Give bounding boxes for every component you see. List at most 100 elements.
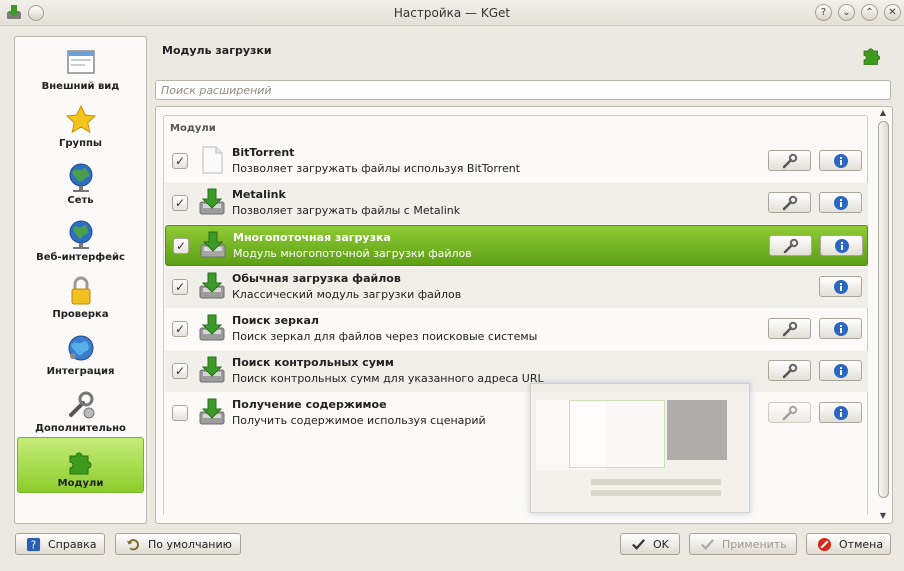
module-row-bittorrent[interactable]: ✓ BitTorrent Позволяет загружать файлы и… bbox=[165, 141, 868, 182]
module-description: Поиск зеркал для файлов через поисковые … bbox=[232, 330, 538, 343]
sidebar-item-integration[interactable]: Интеграция bbox=[17, 326, 144, 382]
module-name: BitTorrent bbox=[232, 146, 295, 159]
module-row-plain-download[interactable]: ✓ Обычная загрузка файлов Классический м… bbox=[165, 267, 868, 308]
configure-button[interactable] bbox=[769, 235, 812, 256]
help-button[interactable]: ? Справка bbox=[15, 533, 105, 555]
group-title: Модули bbox=[170, 123, 216, 134]
sidebar-item-label: Проверка bbox=[52, 309, 109, 320]
module-checkbox[interactable]: ✓ bbox=[172, 195, 188, 211]
appearance-icon bbox=[67, 50, 95, 74]
plugin-icon bbox=[863, 48, 881, 65]
configure-button[interactable] bbox=[768, 150, 811, 171]
undo-icon bbox=[126, 539, 139, 551]
help-book-icon: ? bbox=[26, 537, 41, 551]
info-icon bbox=[834, 364, 848, 378]
configure-button[interactable] bbox=[768, 192, 811, 213]
module-checkbox[interactable]: ✓ bbox=[172, 153, 188, 169]
modules-group: Модули ✓ BitTorrent Позволяет загружать … bbox=[163, 115, 868, 515]
page-title: Модуль загрузки bbox=[162, 44, 272, 57]
sidebar: Внешний вид Группы Сеть Веб-интерфейс Пр… bbox=[14, 36, 147, 524]
window-title: Настройка — KGet bbox=[393, 6, 511, 20]
module-name: Обычная загрузка файлов bbox=[232, 272, 401, 285]
sidebar-item-label: Интеграция bbox=[46, 366, 115, 377]
title-bar: Настройка — KGet ? ⌄ ⌃ ✕ bbox=[0, 0, 904, 26]
module-name: Поиск зеркал bbox=[232, 314, 319, 327]
info-icon bbox=[834, 154, 848, 168]
help-button-label: Справка bbox=[48, 538, 97, 551]
sidebar-item-modules[interactable]: Модули bbox=[17, 437, 144, 493]
module-description: Получить содержимое используя сценарий bbox=[232, 414, 486, 427]
module-name: Многопоточная загрузка bbox=[233, 231, 391, 244]
sidebar-item-network[interactable]: Сеть bbox=[17, 155, 144, 211]
download-icon bbox=[199, 356, 225, 383]
scroll-down-arrow[interactable]: ▼ bbox=[877, 510, 889, 522]
module-description: Позволяет загружать файлы используя BitT… bbox=[232, 162, 521, 175]
configure-button[interactable] bbox=[768, 360, 811, 381]
configure-button[interactable] bbox=[768, 318, 811, 339]
thumbnail-part bbox=[667, 400, 727, 460]
search-input[interactable] bbox=[155, 80, 891, 100]
close-icon[interactable]: ✕ bbox=[884, 4, 901, 21]
info-button[interactable] bbox=[819, 276, 862, 297]
sidebar-item-advanced[interactable]: Дополнительно bbox=[17, 383, 144, 439]
module-row-checksum-search[interactable]: ✓ Поиск контрольных сумм Поиск контрольн… bbox=[165, 351, 868, 392]
wrench-icon bbox=[782, 405, 798, 421]
sidebar-item-web-interface[interactable]: Веб-интерфейс bbox=[17, 212, 144, 268]
wrench-icon bbox=[782, 363, 798, 379]
minimize-icon[interactable]: ⌄ bbox=[838, 4, 855, 21]
module-checkbox[interactable] bbox=[172, 405, 188, 421]
module-description: Классический модуль загрузки файлов bbox=[232, 288, 462, 301]
download-icon bbox=[199, 272, 225, 299]
module-row-metalink[interactable]: ✓ Metalink Позволяет загружать файлы с M… bbox=[165, 183, 868, 224]
tools-icon bbox=[69, 391, 95, 419]
cancel-button-label: Отмена bbox=[839, 538, 884, 551]
ok-button[interactable]: OK bbox=[620, 533, 680, 555]
module-checkbox[interactable]: ✓ bbox=[172, 363, 188, 379]
module-checkbox[interactable]: ✓ bbox=[172, 321, 188, 337]
thumbnail-part bbox=[591, 479, 721, 485]
window-thumbnail-overlay bbox=[530, 383, 750, 513]
info-button[interactable] bbox=[819, 192, 862, 213]
module-row-content-fetch[interactable]: Получение содержимое Получить содержимое… bbox=[165, 393, 868, 434]
sidebar-item-label: Сеть bbox=[67, 195, 94, 206]
sidebar-item-verification[interactable]: Проверка bbox=[17, 269, 144, 325]
module-description: Поиск контрольных сумм для указанного ад… bbox=[232, 372, 544, 385]
info-button[interactable] bbox=[819, 150, 862, 171]
wrench-icon bbox=[782, 321, 798, 337]
sidebar-item-groups[interactable]: Группы bbox=[17, 98, 144, 154]
module-checkbox[interactable]: ✓ bbox=[173, 238, 189, 254]
cancel-button[interactable]: Отмена bbox=[806, 533, 891, 555]
module-checkbox[interactable]: ✓ bbox=[172, 279, 188, 295]
info-button[interactable] bbox=[819, 360, 862, 381]
cancel-icon bbox=[817, 537, 832, 552]
sidebar-item-appearance[interactable]: Внешний вид bbox=[17, 41, 144, 97]
module-name: Получение содержимое bbox=[232, 398, 387, 411]
sidebar-item-label: Внешний вид bbox=[41, 81, 120, 92]
thumbnail-part bbox=[569, 400, 665, 468]
info-button[interactable] bbox=[819, 402, 862, 423]
module-description: Модуль многопоточной загрузки файлов bbox=[233, 247, 472, 260]
maximize-icon[interactable]: ⌃ bbox=[861, 4, 878, 21]
defaults-button-label: По умолчанию bbox=[148, 538, 232, 551]
module-name: Поиск контрольных сумм bbox=[232, 356, 394, 369]
star-icon bbox=[65, 104, 97, 134]
configure-button[interactable] bbox=[768, 402, 811, 423]
defaults-button[interactable]: По умолчанию bbox=[115, 533, 241, 555]
download-icon bbox=[199, 398, 225, 425]
apply-button-label: Применить bbox=[722, 538, 787, 551]
module-name: Metalink bbox=[232, 188, 286, 201]
apply-button[interactable]: Применить bbox=[689, 533, 797, 555]
module-row-mirror-search[interactable]: ✓ Поиск зеркал Поиск зеркал для файлов ч… bbox=[165, 309, 868, 350]
wrench-icon bbox=[782, 153, 798, 169]
integration-globe-icon bbox=[68, 335, 94, 361]
download-icon bbox=[200, 231, 226, 258]
info-button[interactable] bbox=[819, 318, 862, 339]
info-icon bbox=[834, 322, 848, 336]
vertical-scrollbar[interactable] bbox=[878, 121, 889, 498]
sidebar-item-label: Группы bbox=[59, 138, 102, 149]
module-row-multisegment[interactable]: ✓ Многопоточная загрузка Модуль многопот… bbox=[165, 225, 868, 266]
help-icon[interactable]: ? bbox=[815, 4, 832, 21]
document-icon bbox=[202, 146, 223, 174]
info-button[interactable] bbox=[820, 235, 863, 256]
scroll-up-arrow[interactable]: ▲ bbox=[877, 107, 889, 119]
